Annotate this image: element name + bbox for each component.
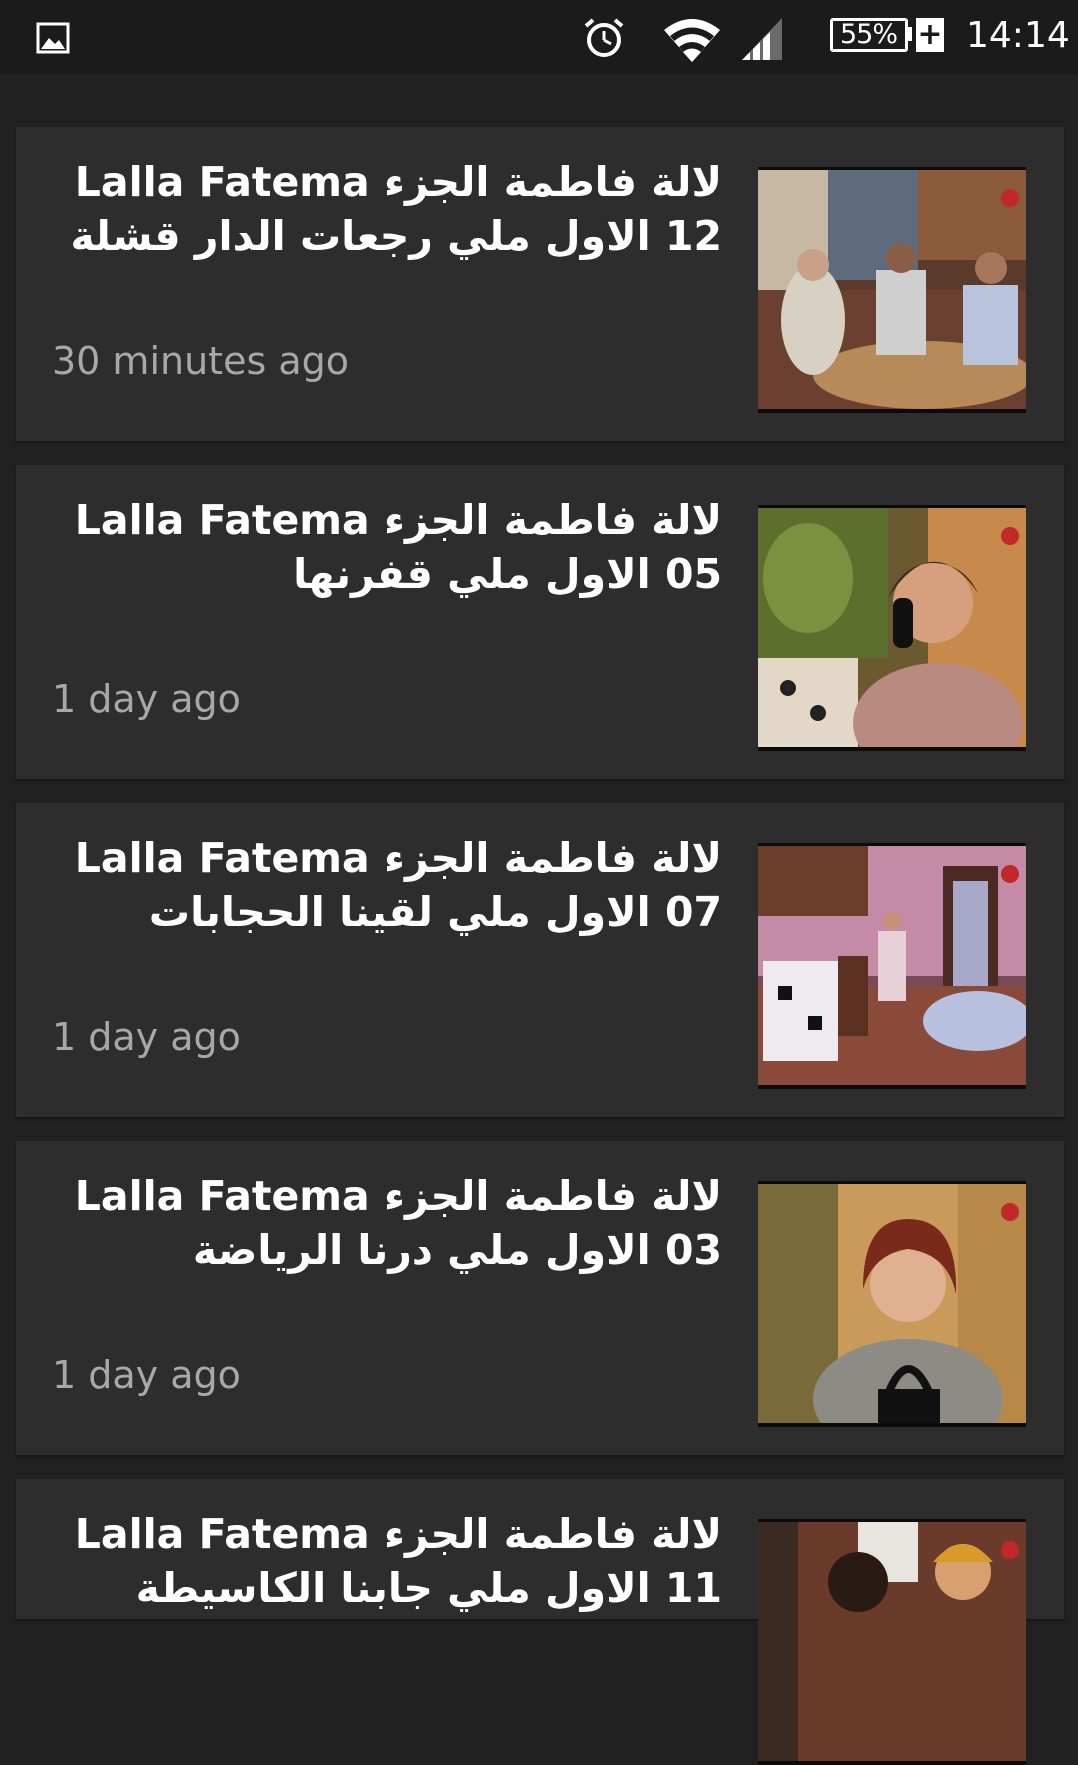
video-time: 1 day ago	[52, 1015, 241, 1059]
video-list-item[interactable]: لالة فاطمة الجزء Lalla Fatema 05 الاول م…	[16, 465, 1064, 779]
alarm-icon	[584, 18, 624, 57]
thumbnail-image	[758, 846, 1026, 1085]
image-icon	[36, 22, 70, 54]
video-list-item[interactable]: لالة فاطمة الجزء Lalla Fatema 03 الاول م…	[16, 1141, 1064, 1455]
charging-icon: +	[916, 17, 944, 52]
video-thumbnail[interactable]	[758, 1519, 1026, 1765]
video-list: لالة فاطمة الجزء Lalla Fatema 12 الاول م…	[16, 127, 1064, 1765]
battery-nub	[906, 27, 912, 41]
video-title: لالة فاطمة الجزء Lalla Fatema 12 الاول م…	[70, 158, 722, 260]
signal-icon	[742, 18, 782, 60]
video-list-item[interactable]: لالة فاطمة الجزء Lalla Fatema 07 الاول م…	[16, 803, 1064, 1117]
video-time: 1 day ago	[52, 1353, 241, 1397]
thumbnail-image	[758, 1184, 1026, 1423]
status-bar: 55% + 14:14	[0, 0, 1078, 74]
video-title: لالة فاطمة الجزء Lalla Fatema 05 الاول م…	[74, 496, 722, 598]
video-title: لالة فاطمة الجزء Lalla Fatema 07 الاول م…	[74, 834, 722, 936]
video-list-item[interactable]: لالة فاطمة الجزء Lalla Fatema 11 الاول م…	[16, 1479, 1064, 1765]
video-thumbnail[interactable]	[758, 1181, 1026, 1427]
video-list-item[interactable]: لالة فاطمة الجزء Lalla Fatema 12 الاول م…	[16, 127, 1064, 441]
video-thumbnail[interactable]	[758, 843, 1026, 1089]
thumbnail-image	[758, 1522, 1026, 1761]
video-thumbnail[interactable]	[758, 167, 1026, 413]
thumbnail-image	[758, 170, 1026, 409]
battery-level: 55%	[840, 19, 898, 50]
wifi-icon	[664, 19, 720, 62]
thumbnail-image	[758, 508, 1026, 747]
video-title: لالة فاطمة الجزء Lalla Fatema 03 الاول م…	[74, 1172, 722, 1274]
video-thumbnail[interactable]	[758, 505, 1026, 751]
video-title: لالة فاطمة الجزء Lalla Fatema 11 الاول م…	[74, 1510, 722, 1612]
status-clock: 14:14	[966, 15, 1070, 56]
video-time: 30 minutes ago	[52, 339, 349, 383]
video-time: 1 day ago	[52, 677, 241, 721]
battery-indicator: 55% +	[830, 18, 944, 56]
